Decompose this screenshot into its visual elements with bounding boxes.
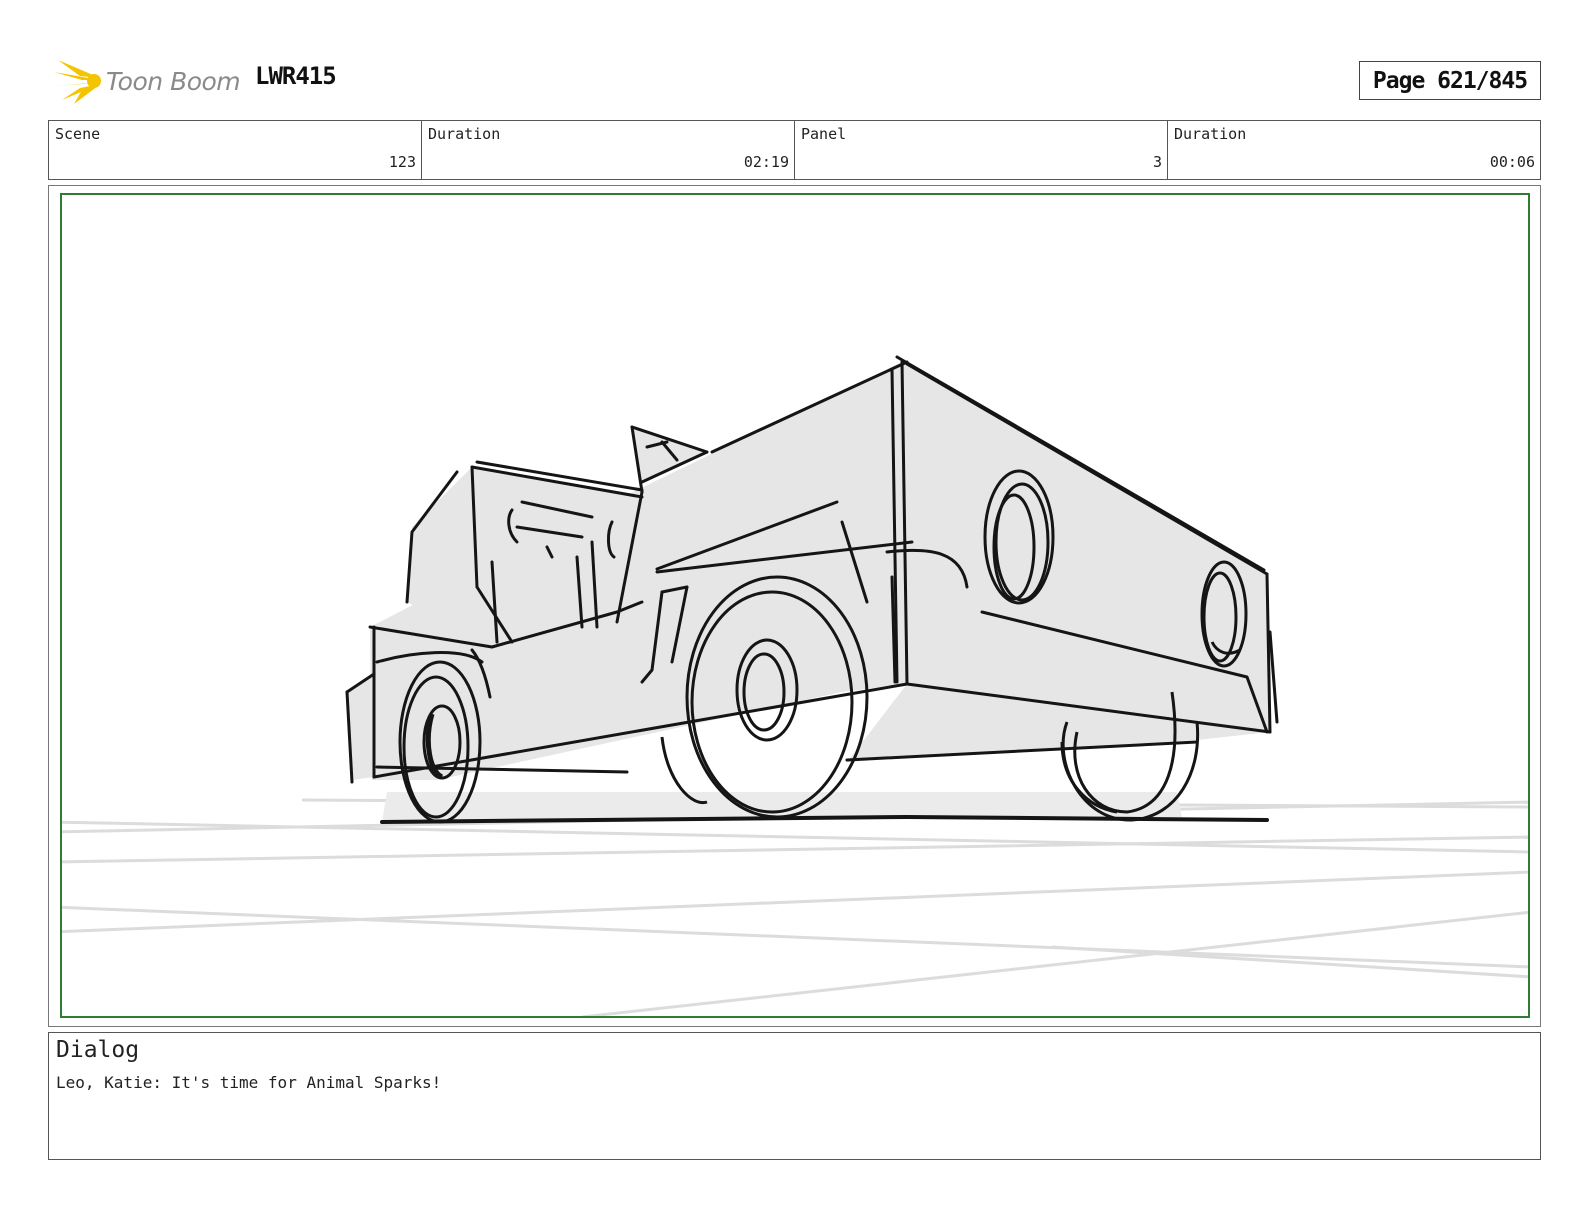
page-number: Page 621/845 [1359,61,1541,100]
scene-value: 123 [388,153,416,171]
panel-duration-cell: Duration 00:06 [1168,121,1540,179]
scene-cell: Scene 123 [49,121,422,179]
toon-boom-logo: Toon Boom [52,56,241,106]
panel-label: Panel [801,125,847,143]
scene-label: Scene [55,125,101,143]
scene-info-row: Scene 123 Duration 02:19 Panel 3 Duratio… [48,120,1541,180]
project-code: LWR415 [255,62,337,90]
dialog-title: Dialog [56,1037,140,1063]
panel-cell: Panel 3 [795,121,1168,179]
scene-duration-label: Duration [428,125,501,143]
ground-guides [62,798,1528,1016]
logo-text: Toon Boom [106,66,241,96]
dialog-box: Dialog Leo, Katie: It's time for Animal … [48,1032,1541,1160]
body-fill [347,362,1270,780]
jeep-sketch [62,355,1528,1016]
starburst-icon [54,60,101,104]
panel-value: 3 [1152,153,1162,171]
panel-duration-value: 00:06 [1489,153,1535,171]
scene-duration-value: 02:19 [743,153,789,171]
storyboard-panel [60,193,1530,1018]
panel-duration-label: Duration [1174,125,1247,143]
scene-duration-cell: Duration 02:19 [422,121,795,179]
dialog-text: Leo, Katie: It's time for Animal Sparks! [56,1073,442,1092]
